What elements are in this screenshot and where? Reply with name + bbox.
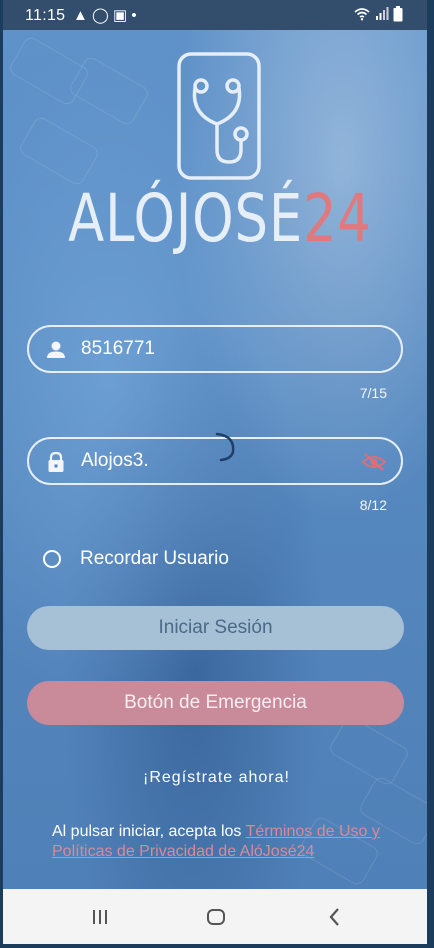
- image-icon: ▣: [113, 7, 128, 24]
- remember-radio[interactable]: [43, 550, 61, 568]
- login-button[interactable]: Iniciar Sesión: [27, 606, 404, 650]
- app-logo-text: ALÓJOSÉ24: [46, 180, 393, 257]
- system-nav-bar: [3, 889, 427, 944]
- loading-spinner-icon: [215, 432, 235, 462]
- battery-icon: [393, 5, 403, 22]
- status-bar: 11:15 ▲ ◯ ▣ •: [3, 0, 427, 30]
- lock-icon: [48, 451, 64, 472]
- status-time: 11:15: [25, 7, 66, 24]
- notification-icons: ▲ ◯ ▣ •: [73, 6, 137, 24]
- stethoscope-phone-icon: [177, 52, 261, 180]
- remember-label: Recordar Usuario: [80, 548, 229, 569]
- terms-prefix: Al pulsar iniciar, acepta los: [52, 823, 246, 840]
- wifi-icon: [354, 7, 370, 21]
- logo-text-number: 24: [303, 180, 372, 257]
- app-screen: 11:15 ▲ ◯ ▣ • ALÓJOSÉ24 8516771 7/15 Alo…: [3, 0, 427, 944]
- password-input-value[interactable]: Alojos3.: [81, 450, 149, 472]
- home-icon[interactable]: [204, 905, 228, 929]
- emergency-button[interactable]: Botón de Emergencia: [27, 681, 404, 725]
- user-field[interactable]: 8516771: [27, 325, 403, 373]
- register-link[interactable]: ¡Regístrate ahora!: [3, 769, 427, 787]
- person-icon: [47, 341, 65, 358]
- status-right-icons: [354, 5, 403, 23]
- dot-icon: •: [131, 7, 137, 24]
- back-icon[interactable]: [323, 905, 347, 929]
- user-input-value[interactable]: 8516771: [81, 338, 155, 360]
- logo-text-main: ALÓJOSÉ: [68, 180, 304, 257]
- user-char-counter: 7/15: [359, 385, 387, 401]
- signal-icon: [375, 6, 389, 20]
- whatsapp-icon: ◯: [92, 7, 109, 24]
- password-char-counter: 8/12: [359, 497, 387, 513]
- terms-notice: Al pulsar iniciar, acepta los Términos d…: [52, 822, 397, 862]
- recent-apps-icon[interactable]: [88, 905, 112, 929]
- hex-decoration: [17, 114, 101, 188]
- warning-icon: ▲: [73, 7, 88, 24]
- eye-off-icon[interactable]: [361, 451, 387, 473]
